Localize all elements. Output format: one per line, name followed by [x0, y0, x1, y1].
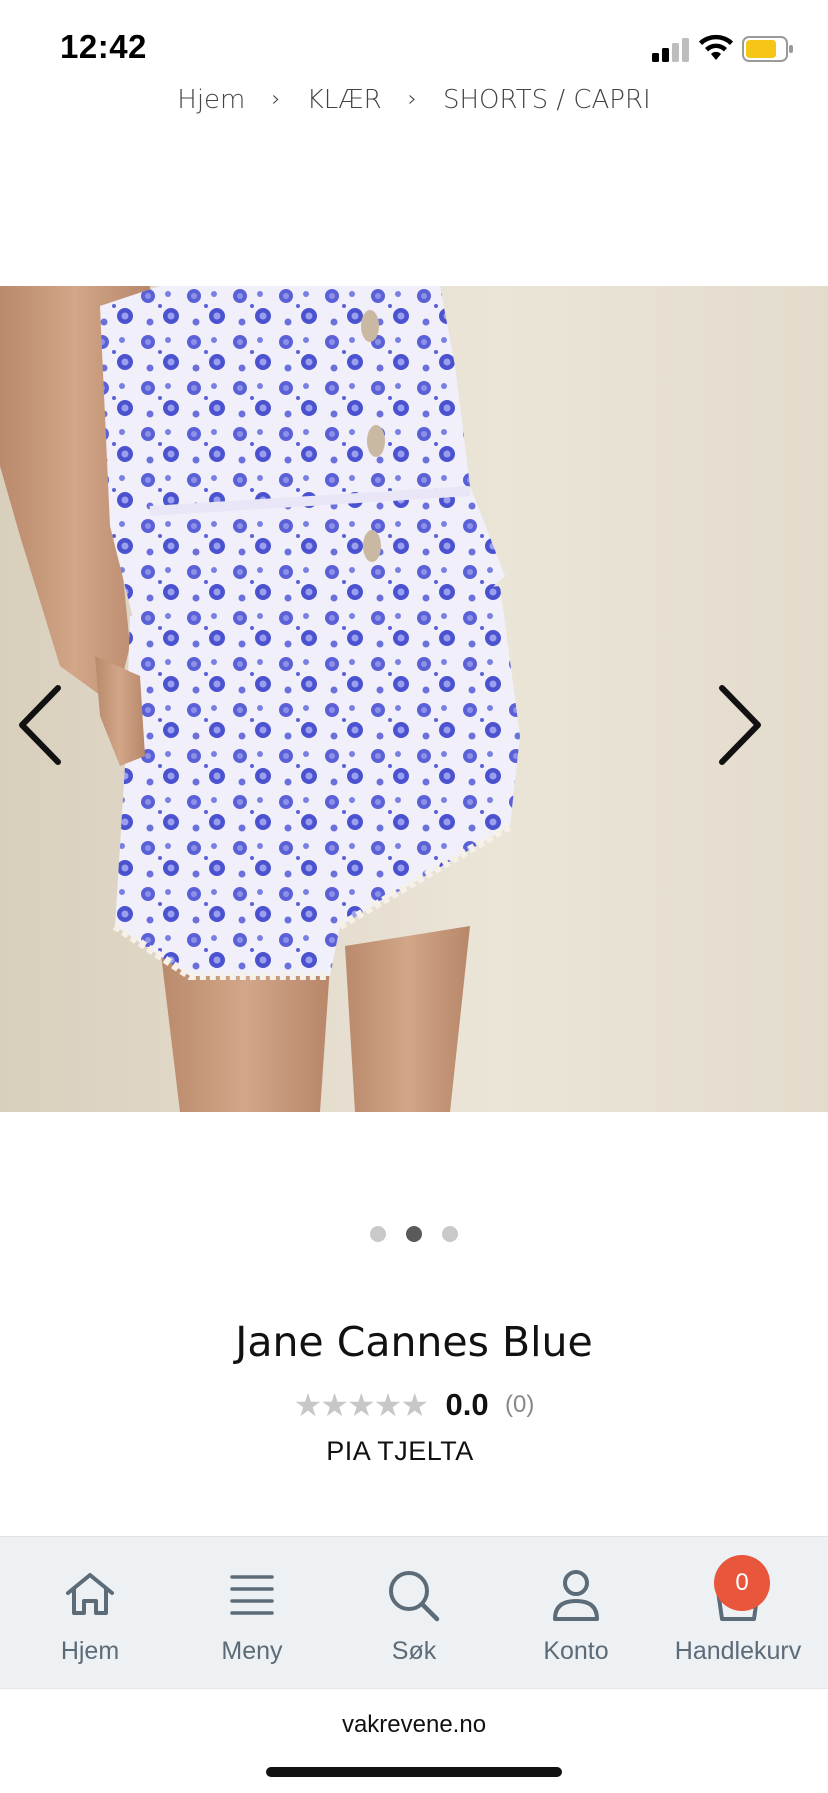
battery-icon [742, 36, 793, 62]
breadcrumb-home[interactable]: Hjem [177, 85, 245, 115]
rating-value: 0.0 [445, 1387, 489, 1422]
nav-item-account[interactable]: Konto [496, 1537, 656, 1689]
url-text[interactable]: vakrevene.no [0, 1711, 828, 1739]
breadcrumb: Hjem › KLÆR › SHORTS / CAPRI [0, 84, 828, 115]
product-photo [0, 286, 828, 1112]
product-rating[interactable]: ★★★★★ 0.0 (0) [0, 1386, 828, 1424]
next-image-arrow-icon[interactable] [706, 680, 766, 770]
nav-item-search[interactable]: Søk [334, 1537, 494, 1689]
bottom-nav: Hjem Meny Søk Konto 0 Handlekurv [0, 1536, 828, 1689]
nav-label-home: Hjem [60, 1637, 120, 1665]
wifi-icon [699, 34, 733, 60]
carousel-dots [0, 1226, 828, 1247]
cellular-signal-icon [652, 38, 689, 62]
home-icon [66, 1573, 114, 1615]
nav-label-cart: Handlekurv [674, 1637, 802, 1665]
status-bar: 12:42 [0, 0, 828, 96]
account-icon [553, 1570, 599, 1621]
rating-count: (0) [505, 1391, 535, 1418]
chevron-right-icon: › [407, 87, 417, 112]
star-icon: ★ [373, 1387, 403, 1423]
search-icon [389, 1571, 440, 1622]
nav-label-menu: Meny [221, 1637, 283, 1665]
product-brand[interactable]: PIA TJELTA [0, 1436, 800, 1467]
nav-label-account: Konto [543, 1637, 609, 1665]
carousel-dot-3[interactable] [442, 1226, 459, 1242]
nav-label-search: Søk [391, 1637, 437, 1665]
star-icon: ★ [346, 1387, 376, 1423]
nav-item-cart[interactable]: 0 Handlekurv [658, 1537, 818, 1689]
product-title: Jane Cannes Blue [235, 1318, 593, 1366]
star-icon: ★ [400, 1387, 429, 1423]
nav-item-home[interactable]: Hjem [10, 1537, 170, 1689]
carousel-dot-1[interactable] [369, 1226, 386, 1242]
previous-image-arrow-icon[interactable] [14, 680, 74, 770]
rating-stars: ★★★★★ [293, 1386, 429, 1424]
carousel-dot-2[interactable] [406, 1226, 422, 1242]
nav-item-menu[interactable]: Meny [172, 1537, 332, 1689]
star-icon: ★ [293, 1387, 323, 1423]
star-icon: ★ [320, 1387, 349, 1423]
menu-icon [230, 1575, 274, 1615]
chevron-right-icon: › [271, 87, 281, 112]
product-image[interactable] [0, 286, 828, 1112]
browser-url-bar[interactable]: vakrevene.no [0, 1688, 828, 1793]
home-indicator[interactable] [266, 1767, 562, 1777]
breadcrumb-shorts[interactable]: SHORTS / CAPRI [443, 85, 651, 115]
cart-count-badge: 0 [714, 1555, 770, 1611]
status-time: 12:42 [60, 28, 147, 65]
breadcrumb-clothes[interactable]: KLÆR [307, 85, 382, 115]
